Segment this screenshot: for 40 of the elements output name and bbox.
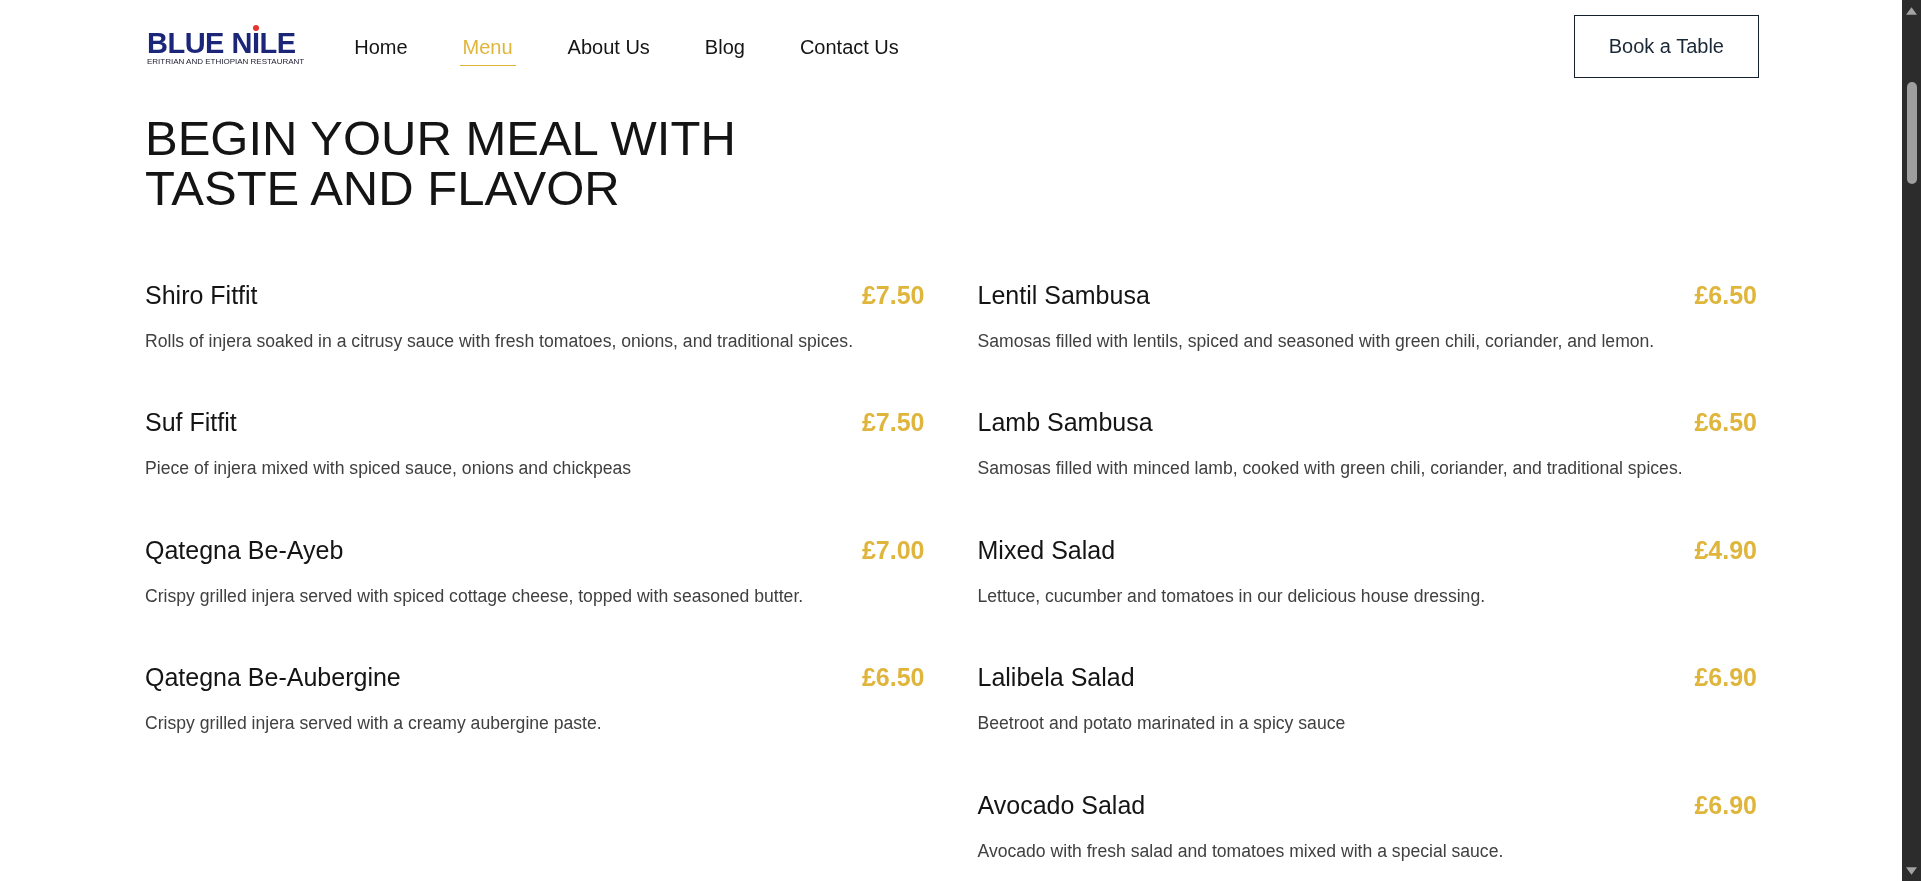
down-arrow-icon[interactable] [1906,867,1917,875]
scrollbar[interactable] [1902,0,1921,881]
scrollbar-thumb[interactable] [1906,82,1917,184]
menu-item-price: £6.90 [1694,662,1757,693]
menu-item-price: £6.50 [1694,407,1757,438]
nav-link[interactable]: About Us [564,27,653,66]
menu-item-description: Crispy grilled injera served with spiced cottage cheese, topped with seasoned butter. [145,584,805,608]
menu-item-description: Rolls of injera soaked in a citrusy sauce with fresh tomatoes, onions, and traditional spices. [145,330,855,353]
menu-item-description: Avocado with fresh salad and tomatoes mixed with a special sauce. [977,839,1505,863]
logo-tagline: ERITRIAN AND ETHIOPIAN RESTAURANT [147,57,305,66]
menu-item-name: Suf Fitfit [145,407,237,438]
menu-item-price: £6.50 [861,662,925,693]
menu-item-price: £6.90 [1694,789,1757,820]
menu-item-name: Lentil Sambusa [977,280,1150,310]
page-heading: BEGIN YOUR MEAL WITH TASTE AND FLAVOR [145,113,737,213]
menu-item-price: £7.50 [861,280,925,310]
book-table-button[interactable]: Book a Table [1573,15,1759,78]
up-arrow-icon[interactable] [1906,7,1917,15]
menu-item-price: £7.00 [861,534,925,565]
nav-link[interactable]: Home [351,27,411,66]
menu-item-price: £7.50 [861,407,925,438]
menu-item-name: Qategna Be-Ayeb [145,534,344,565]
menu-item-name: Lamb Sambusa [977,407,1153,438]
logo-wordmark: BLUE NILE [147,33,297,54]
menu-item-description: Samosas filled with lentils, spiced and seasoned with green chili, coriander, and lemon. [977,330,1656,353]
menu-item-price: £4.90 [1694,534,1757,565]
menu-item-name: Shiro Fitfit [145,280,258,310]
dot-icon [253,25,259,31]
menu-item-name: Lalibela Salad [977,662,1135,693]
menu-item-description: Samosas filled with minced lamb, cooked with green chili, coriander, and traditional spices. [977,457,1684,481]
menu-item-description: Piece of injera mixed with spiced sauce, onions and chickpeas [145,457,633,481]
menu-item-name: Qategna Be-Aubergine [145,662,401,693]
nav-link[interactable]: Contact Us [796,27,902,66]
menu-item-name: Mixed Salad [977,534,1116,565]
menu-item-description: Crispy grilled injera served with a creamy aubergine paste. [145,712,603,736]
nav-link[interactable]: Blog [701,27,748,66]
menu-item-price: £6.50 [1694,280,1757,310]
menu-item-description: Lettuce, cucumber and tomatoes in our delicious house dressing. [977,584,1487,608]
menu-item-description: Beetroot and potato marinated in a spicy sauce [977,712,1347,736]
menu-item-name: Avocado Salad [977,789,1146,820]
